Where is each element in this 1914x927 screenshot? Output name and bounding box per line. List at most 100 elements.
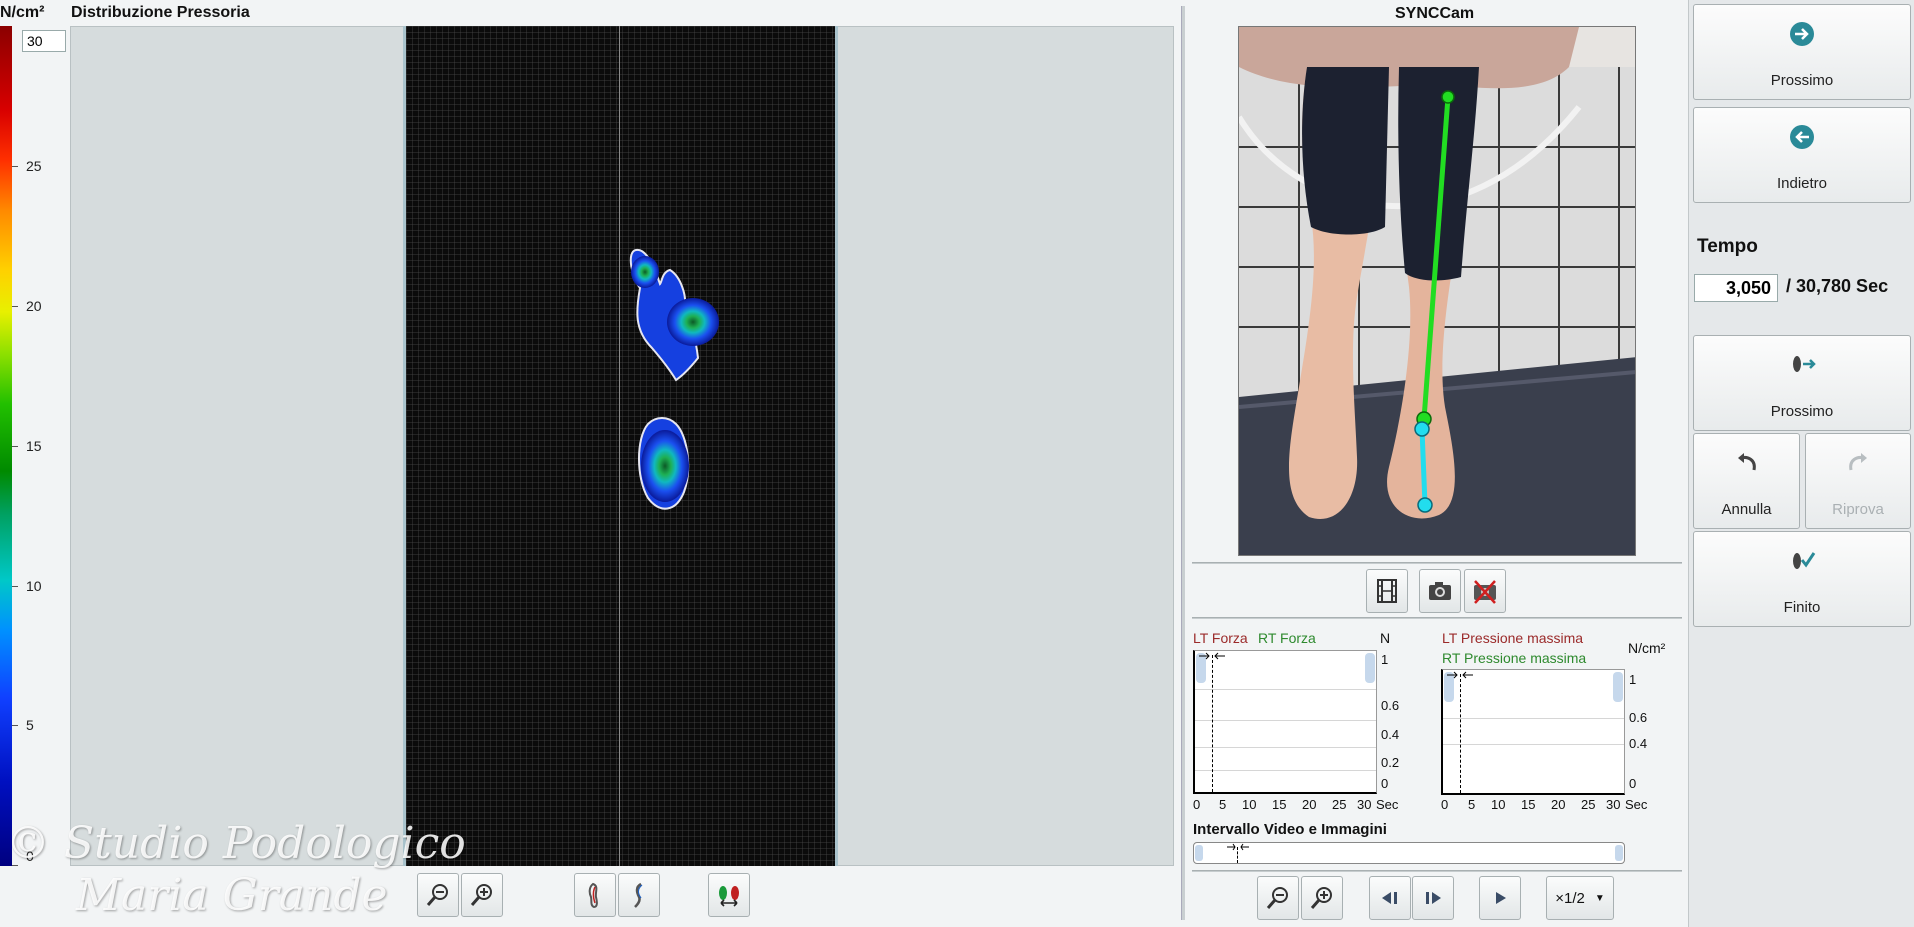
- separator: [1192, 617, 1682, 619]
- camera-icon: [1429, 582, 1451, 600]
- step-forward-button[interactable]: [1412, 876, 1454, 920]
- footprint-heatmap: [629, 248, 719, 510]
- range-arrows-icon: [1199, 652, 1225, 660]
- next-button[interactable]: Prossimo: [1693, 4, 1911, 100]
- pressure-x-axis: 0 5 10 15 20 25 30 Sec: [1441, 797, 1651, 813]
- foot-arrow-icon: [1793, 356, 1816, 372]
- scale-tick-label: 15: [26, 438, 42, 454]
- force-y-tick: 0.2: [1381, 755, 1400, 770]
- force-x-tick: 20: [1302, 797, 1317, 812]
- next-step-button[interactable]: Prossimo: [1693, 335, 1911, 431]
- foot-line-button[interactable]: [618, 873, 660, 917]
- play-icon: [1496, 892, 1506, 904]
- scale-ticks: 25 20 15 10 5 0: [12, 26, 70, 866]
- camera-feed: [1238, 26, 1636, 556]
- film-icon: [1377, 579, 1397, 603]
- force-x-tick: 25: [1332, 797, 1347, 812]
- separator: [1192, 562, 1682, 564]
- video-zoom-out-button[interactable]: [1257, 876, 1299, 920]
- force-y-tick: 1: [1381, 652, 1389, 667]
- watermark: © Studio Podologico Maria Grande: [6, 818, 466, 922]
- step-forward-icon: [1426, 892, 1441, 904]
- next-step-button-label: Prossimo: [1770, 403, 1834, 420]
- force-x-tick: 10: [1242, 797, 1257, 812]
- play-button[interactable]: [1479, 876, 1521, 920]
- redo-button[interactable]: Riprova: [1805, 433, 1911, 529]
- scale-max-input[interactable]: [22, 30, 66, 52]
- next-button-label: Prossimo: [1770, 72, 1834, 89]
- scale-tick-label: 20: [26, 298, 42, 314]
- force-x-tick: 0: [1193, 797, 1201, 812]
- zoom-in-icon: [470, 884, 492, 906]
- arrow-right-circle-icon: [1790, 22, 1814, 46]
- camera-off-button[interactable]: [1464, 569, 1506, 613]
- force-graph[interactable]: [1193, 650, 1377, 794]
- pressure-x-tick: 5: [1468, 797, 1476, 812]
- time-cursor[interactable]: [1460, 674, 1461, 793]
- swap-feet-button[interactable]: [708, 873, 750, 917]
- scale-unit-label: N/cm²: [0, 4, 45, 21]
- force-x-tick: 30: [1357, 797, 1372, 812]
- force-x-tick: 15: [1272, 797, 1287, 812]
- force-x-axis: 0 5 10 15 20 25 30 Sec: [1193, 797, 1403, 813]
- speed-select[interactable]: ×1/2 ▼: [1546, 876, 1614, 920]
- time-cursor[interactable]: [1212, 655, 1213, 792]
- separator: [1192, 870, 1682, 872]
- pressure-graph[interactable]: [1441, 669, 1625, 795]
- pressure-y-tick: 0: [1629, 776, 1637, 791]
- undo-button-label: Annulla: [1721, 501, 1772, 518]
- tempo-input[interactable]: [1694, 274, 1778, 302]
- chevron-down-icon: ▼: [1594, 892, 1605, 904]
- force-y-tick: 0.4: [1381, 727, 1400, 742]
- pressure-y-tick: 0.4: [1629, 736, 1648, 751]
- rt-pressure-legend: RT Pressione massima: [1442, 650, 1587, 666]
- force-y-tick: 0.6: [1381, 698, 1400, 713]
- camera-image: [1239, 27, 1635, 555]
- step-back-icon: [1382, 892, 1397, 904]
- zoom-in-button[interactable]: [461, 873, 503, 917]
- pressure-x-tick: 30: [1606, 797, 1621, 812]
- video-button[interactable]: [1366, 569, 1408, 613]
- lt-force-legend: LT Forza: [1193, 630, 1248, 646]
- force-x-tick: 5: [1219, 797, 1227, 812]
- watermark-line2: Maria Grande: [76, 870, 388, 921]
- finish-button[interactable]: Finito: [1693, 531, 1911, 627]
- redo-icon: [1849, 453, 1867, 471]
- range-arrows-icon: [1447, 671, 1473, 679]
- pressure-x-tick: 15: [1521, 797, 1536, 812]
- back-button[interactable]: Indietro: [1693, 107, 1911, 203]
- pressure-x-tick: 10: [1491, 797, 1506, 812]
- tempo-total: / 30,780 Sec: [1786, 276, 1889, 296]
- camera-off-icon: [1474, 580, 1496, 604]
- video-zoom-in-button[interactable]: [1301, 876, 1343, 920]
- pressure-y-tick: 1: [1629, 672, 1637, 687]
- range-handle-right[interactable]: [1613, 672, 1623, 702]
- tempo-label: Tempo: [1697, 236, 1758, 257]
- interval-handle-left[interactable]: [1195, 845, 1203, 861]
- snapshot-button[interactable]: [1419, 569, 1461, 613]
- panel-divider[interactable]: [1181, 6, 1185, 920]
- speed-value: ×1/2: [1555, 889, 1585, 907]
- foot-outline-icon: [588, 882, 598, 909]
- swap-feet-icon: [719, 886, 739, 907]
- watermark-line1: © Studio Podologico: [6, 818, 466, 869]
- step-back-button[interactable]: [1369, 876, 1411, 920]
- back-button-label: Indietro: [1776, 175, 1828, 192]
- camera-title: SYNCCam: [1395, 5, 1475, 22]
- interval-handle-right[interactable]: [1615, 845, 1623, 861]
- finish-button-label: Finito: [1783, 599, 1821, 616]
- scale-tick-label: 5: [26, 717, 34, 733]
- interval-slider[interactable]: [1193, 842, 1625, 864]
- interval-title: Intervallo Video e Immagini: [1193, 821, 1387, 838]
- pressure-x-tick: 0: [1441, 797, 1449, 812]
- undo-button[interactable]: Annulla: [1693, 433, 1800, 529]
- foot-line-icon: [634, 882, 643, 908]
- force-unit: N: [1380, 630, 1391, 646]
- zoom-out-button[interactable]: [417, 873, 459, 917]
- scale-tick-label: 25: [26, 158, 42, 174]
- foot-outline-button[interactable]: [574, 873, 616, 917]
- zoom-out-icon: [426, 884, 448, 906]
- panel-title: Distribuzione Pressoria: [71, 4, 250, 21]
- undo-icon: [1737, 453, 1756, 471]
- range-handle-right[interactable]: [1365, 653, 1375, 683]
